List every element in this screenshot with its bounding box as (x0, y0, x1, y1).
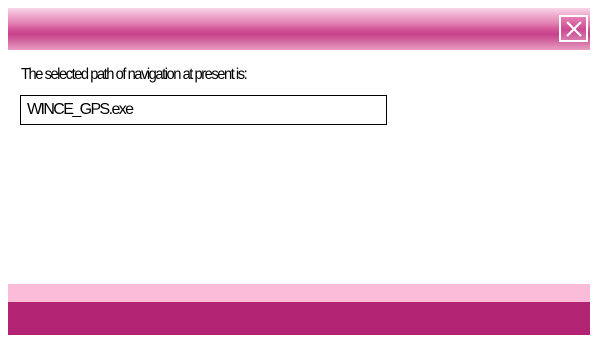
navigation-path-label: The selected path of navigation at prese… (21, 66, 248, 83)
title-bar (8, 8, 590, 50)
navigation-path-dialog: The selected path of navigation at prese… (8, 8, 590, 335)
navigation-path-field[interactable] (20, 95, 387, 125)
dialog-body (8, 50, 590, 284)
footer-divider-band (8, 284, 590, 302)
bottom-bar (8, 302, 590, 335)
close-button[interactable] (559, 15, 588, 42)
close-icon (565, 20, 582, 37)
